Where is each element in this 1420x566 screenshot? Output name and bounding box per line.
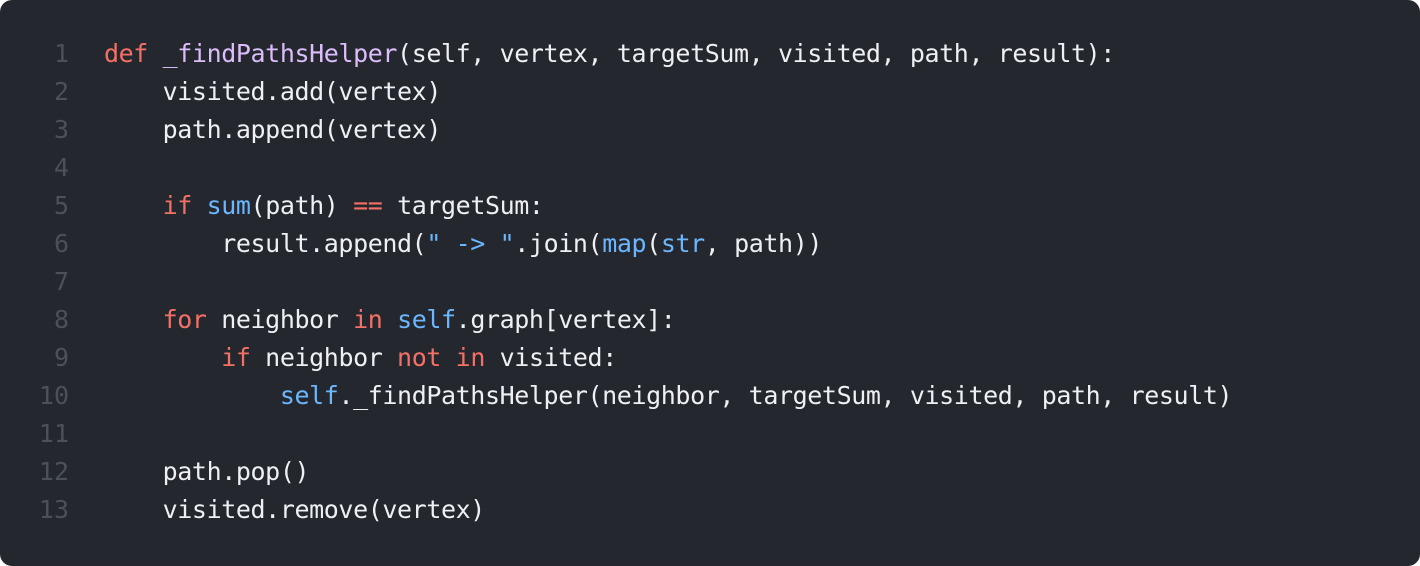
code-line: 2 visited.add(vertex)	[0, 73, 1420, 111]
code-token: result.append(	[221, 229, 427, 258]
keyword-token: if	[221, 343, 251, 372]
code-token: ._findPathsHelper(neighbor, targetSum, v…	[338, 381, 1233, 410]
code-line: 6 result.append(" -> ".join(map(str, pat…	[0, 225, 1420, 263]
line-number: 5	[53, 191, 69, 220]
line-number: 4	[53, 153, 69, 182]
line-number: 7	[53, 267, 69, 296]
code-line: 11	[0, 415, 1420, 453]
code-token: neighbor	[250, 343, 398, 372]
code-text: visited.add(vertex)	[104, 73, 442, 111]
keyword-token: not	[397, 343, 442, 372]
keyword-token: in	[353, 305, 383, 334]
code-line: 1 def _findPathsHelper(self, vertex, targ…	[0, 35, 1420, 73]
code-line: 9 if neighbor not in visited:	[0, 339, 1420, 377]
code-token: .graph[vertex]:	[455, 305, 676, 334]
code-line: 8 for neighbor in self.graph[vertex]:	[0, 301, 1420, 339]
line-number: 1	[53, 39, 69, 68]
code-token: targetSum:	[382, 191, 544, 220]
code-token: visited.add(vertex)	[162, 77, 442, 106]
code-token: visited.remove(vertex)	[162, 495, 486, 524]
line-number: 12	[38, 457, 69, 486]
code-token: neighbor	[206, 305, 354, 334]
code-token: , path))	[704, 229, 823, 258]
function-name-token: _findPathsHelper	[162, 39, 398, 68]
builtin-token: " -> "	[426, 229, 515, 258]
code-text: path.append(vertex)	[104, 111, 442, 149]
code-text: path.pop()	[104, 453, 310, 491]
line-number: 11	[38, 419, 69, 448]
line-number: 9	[53, 343, 69, 372]
line-number: 2	[53, 77, 69, 106]
line-number: 8	[53, 305, 69, 334]
line-number: 3	[53, 115, 69, 144]
code-token: (self, vertex, targetSum, visited, path,…	[397, 39, 1115, 68]
code-token: path.pop()	[162, 457, 310, 486]
code-text: if neighbor not in visited:	[104, 339, 617, 377]
builtin-token: sum	[206, 191, 251, 220]
code-text: for neighbor in self.graph[vertex]:	[104, 301, 676, 339]
builtin-token: map	[602, 229, 647, 258]
code-line: 3 path.append(vertex)	[0, 111, 1420, 149]
code-editor: 1 def _findPathsHelper(self, vertex, targ…	[0, 0, 1420, 566]
code-line: 13 visited.remove(vertex)	[0, 491, 1420, 529]
code-token: visited:	[484, 343, 618, 372]
code-line: 4	[0, 149, 1420, 187]
keyword-token: for	[162, 305, 207, 334]
code-token: (path)	[250, 191, 354, 220]
code-line: 10 self._findPathsHelper(neighbor, targe…	[0, 377, 1420, 415]
code-block[interactable]: 1 def _findPathsHelper(self, vertex, targ…	[0, 35, 1420, 529]
builtin-token: str	[660, 229, 705, 258]
line-number: 6	[53, 229, 69, 258]
code-line: 5 if sum(path) == targetSum:	[0, 187, 1420, 225]
code-token: (	[646, 229, 661, 258]
builtin-token: self	[279, 381, 339, 410]
keyword-token: def	[104, 39, 148, 68]
line-number: 10	[38, 381, 69, 410]
code-text: result.append(" -> ".join(map(str, path)…	[104, 225, 822, 263]
keyword-token: ==	[353, 191, 383, 220]
builtin-token: self	[397, 305, 456, 334]
code-text: self._findPathsHelper(neighbor, targetSu…	[104, 377, 1233, 415]
keyword-token: in	[455, 343, 486, 372]
code-text: if sum(path) == targetSum:	[104, 187, 544, 225]
code-text: def _findPathsHelper(self, vertex, targe…	[104, 35, 1115, 73]
code-line: 7	[0, 263, 1420, 301]
code-token: path.append(vertex)	[162, 115, 442, 144]
line-number: 13	[38, 495, 69, 524]
code-token: .join(	[514, 229, 603, 258]
code-line: 12 path.pop()	[0, 453, 1420, 491]
code-text: visited.remove(vertex)	[104, 491, 486, 529]
keyword-token: if	[162, 191, 193, 220]
